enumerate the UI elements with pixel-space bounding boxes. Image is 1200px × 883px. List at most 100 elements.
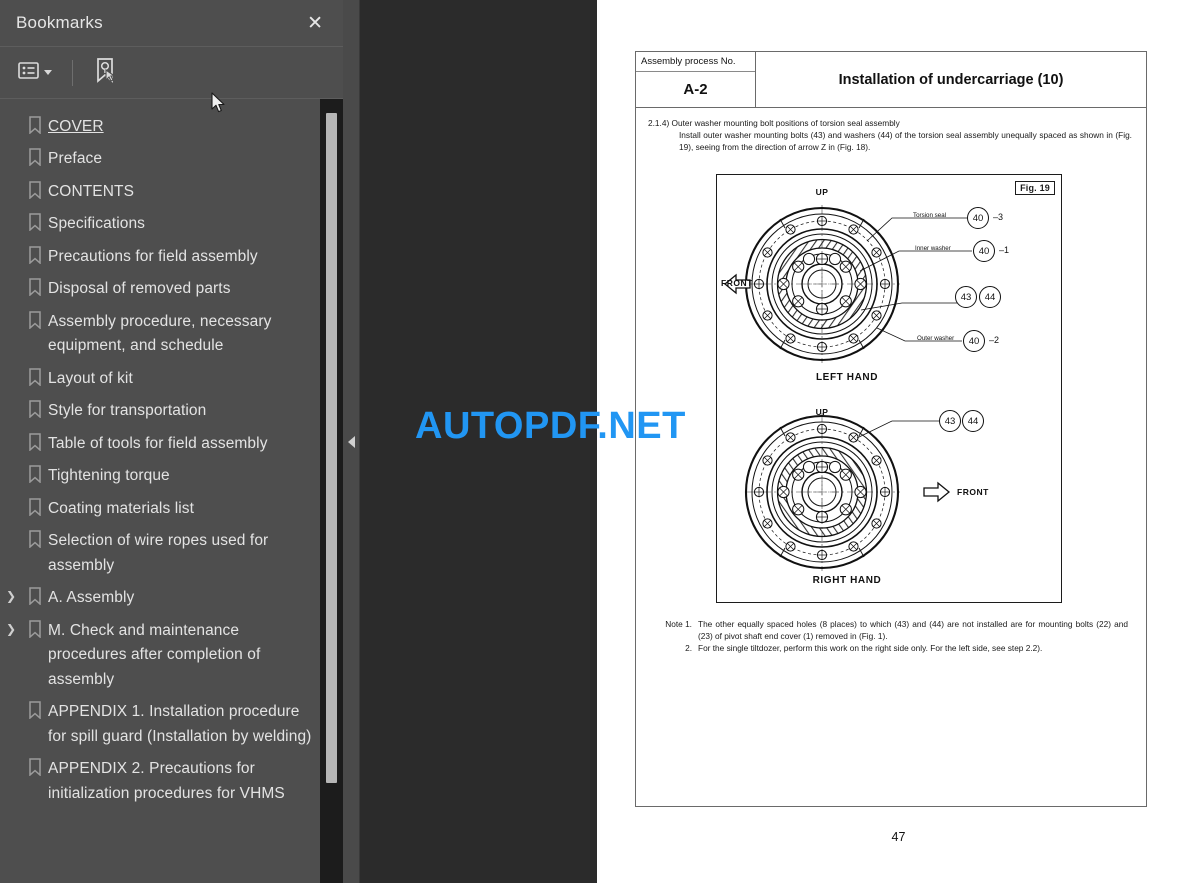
panel-collapse-handle[interactable] — [343, 0, 360, 883]
bookmark-label: COVER — [48, 118, 104, 135]
step-text: Install outer washer mounting bolts (43)… — [679, 129, 1132, 152]
bookmark-options-button[interactable] — [12, 57, 58, 89]
close-icon[interactable]: ✕ — [303, 12, 327, 35]
bookmark-item[interactable]: ❯Coating materials list — [0, 493, 343, 525]
bookmark-item[interactable]: ❯ A. Assembly — [0, 582, 343, 614]
pdf-page: Assembly process No. A-2 Installation of… — [597, 0, 1200, 883]
balloon-43-bottom: 43 — [939, 410, 961, 432]
list-options-icon — [18, 61, 39, 84]
balloon-43-top: 43 — [955, 286, 977, 308]
bookmark-icon — [22, 115, 48, 134]
bookmark-label: Preface — [48, 150, 103, 168]
bookmark-icon — [22, 212, 48, 232]
bookmark-item[interactable]: ❯ M. Check and maintenance procedures aft… — [0, 615, 343, 696]
bookmarks-toolbar — [0, 47, 343, 99]
up-label-top: UP — [815, 187, 829, 197]
figure-19: Fig. 19 UP FRONT Torsion seal Inner wash… — [716, 174, 1062, 603]
bookmark-icon — [22, 619, 48, 638]
note-row: Note 1. The other equally spaced holes (… — [658, 618, 1128, 642]
bookmark-item[interactable]: ❯Table of tools for field assembly — [0, 428, 343, 460]
bookmark-label: Disposal of removed parts — [48, 280, 231, 298]
bookmark-item[interactable]: ❯Disposal of removed parts — [0, 273, 343, 305]
bookmark-icon — [22, 497, 48, 516]
bookmark-icon — [22, 700, 48, 720]
bookmark-item[interactable]: ❯Specifications — [0, 208, 343, 240]
note-text: For the single tiltdozer, perform this w… — [698, 643, 1043, 654]
caption-right-hand: RIGHT HAND — [812, 575, 882, 586]
bookmark-item[interactable]: ❯Tightening torque — [0, 460, 343, 492]
note-text: The other equally spaced holes (8 places… — [698, 619, 1128, 642]
bookmark-label: A. Assembly — [48, 589, 135, 607]
up-label-bottom: UP — [815, 407, 829, 417]
chevron-right-icon[interactable]: ❯ — [0, 619, 22, 636]
bookmark-item[interactable]: ❯Layout of kit — [0, 363, 343, 395]
bookmark-label: Layout of kit — [48, 369, 133, 387]
sidebar-scrollbar-thumb[interactable] — [326, 113, 337, 783]
process-no-cell: Assembly process No. A-2 — [636, 52, 756, 107]
bookmarks-header: Bookmarks ✕ — [0, 0, 343, 47]
balloon-40-2: 40 — [963, 330, 985, 352]
balloon-40-3: 40 — [967, 207, 989, 229]
bookmark-item[interactable]: ❯Preface — [0, 143, 343, 175]
bookmark-label: Selection of wire ropes used for assembl… — [48, 532, 269, 574]
process-no-label: Assembly process No. — [636, 52, 755, 72]
callout-inner-washer: Inner washer — [915, 245, 951, 252]
document-body: 2.1.4) Outer washer mounting bolt positi… — [636, 108, 1146, 153]
bookmark-item[interactable]: ❯Style for transportation — [0, 395, 343, 427]
bookmark-item[interactable]: ❯Assembly procedure, necessary equipment… — [0, 306, 343, 363]
bookmark-item[interactable]: ❯APPENDIX 1. Installation procedure for … — [0, 696, 343, 753]
callout-torsion-seal: Torsion seal — [913, 212, 947, 219]
bookmark-icon — [22, 529, 48, 549]
new-bookmark-icon — [93, 57, 117, 88]
bookmark-icon — [22, 464, 48, 484]
page-title: Bookmarks — [16, 13, 103, 32]
bookmarks-list-container: ❯COVER❯Preface❯CONTENTS❯Specifications❯P… — [0, 99, 343, 883]
chevron-right-icon[interactable]: ❯ — [0, 586, 22, 603]
document-frame: Assembly process No. A-2 Installation of… — [635, 51, 1147, 807]
sidebar-scrollbar-track[interactable] — [320, 99, 343, 883]
suffix-40-1: –1 — [999, 245, 1010, 255]
bookmark-label: Coating materials list — [48, 499, 195, 517]
bookmarks-panel: Bookmarks ✕ COVER Preface CONTENTS Speci… — [0, 0, 343, 883]
bookmark-icon — [22, 432, 48, 451]
bookmark-label: APPENDIX 2. Precautions for initializati… — [48, 760, 285, 802]
bookmark-label: Style for transportation — [48, 402, 207, 420]
page-number: 47 — [891, 830, 906, 844]
bookmark-label: CONTENTS — [48, 182, 135, 200]
bookmark-icon — [22, 586, 48, 606]
note-label: Note 1. — [665, 619, 692, 629]
document-title: Installation of undercarriage (10) — [838, 71, 1064, 88]
step-lead: 2.1.4) Outer washer mounting bolt positi… — [648, 118, 900, 128]
bookmark-item[interactable]: ❯Selection of wire ropes used for assemb… — [0, 525, 343, 582]
note-row: 2. For the single tiltdozer, perform thi… — [658, 642, 1128, 654]
bookmark-item[interactable]: ❯CONTENTS — [0, 176, 343, 208]
step-paragraph: 2.1.4) Outer washer mounting bolt positi… — [648, 118, 1134, 153]
pdf-viewer: Assembly process No. A-2 Installation of… — [360, 0, 1200, 883]
bookmark-icon — [22, 399, 48, 419]
bookmark-label: Table of tools for field assembly — [48, 434, 268, 452]
bookmark-icon — [22, 310, 48, 329]
balloon-44-bottom: 44 — [962, 410, 984, 432]
bookmark-item[interactable]: ❯Precautions for field assembly — [0, 241, 343, 273]
bookmark-item[interactable]: ❯APPENDIX 2. Precautions for initializat… — [0, 753, 343, 810]
bookmarks-list: ❯COVER❯Preface❯CONTENTS❯Specifications❯P… — [0, 99, 343, 810]
document-header-table: Assembly process No. A-2 Installation of… — [636, 52, 1146, 108]
bookmark-icon — [22, 147, 48, 167]
bookmark-icon — [22, 277, 48, 297]
bookmark-icon — [22, 367, 48, 386]
callout-outer-washer: Outer washer — [917, 335, 955, 342]
chevron-down-icon — [44, 70, 52, 75]
collapse-left-icon — [347, 435, 355, 448]
toolbar-divider — [72, 59, 73, 86]
bookmark-icon — [22, 757, 48, 777]
caption-left-hand: LEFT HAND — [815, 372, 879, 383]
bookmark-label: Assembly procedure, necessary equipment,… — [48, 312, 272, 355]
bookmark-label: Precautions for field assembly — [48, 247, 258, 265]
bookmark-item[interactable]: ❯COVER — [0, 111, 343, 143]
process-no-value: A-2 — [683, 81, 708, 98]
front-label-bottom: FRONT — [957, 487, 989, 497]
balloon-40-1: 40 — [973, 240, 995, 262]
balloon-44-top: 44 — [979, 286, 1001, 308]
new-bookmark-button[interactable] — [87, 52, 123, 93]
front-label-top: FRONT — [721, 278, 753, 288]
